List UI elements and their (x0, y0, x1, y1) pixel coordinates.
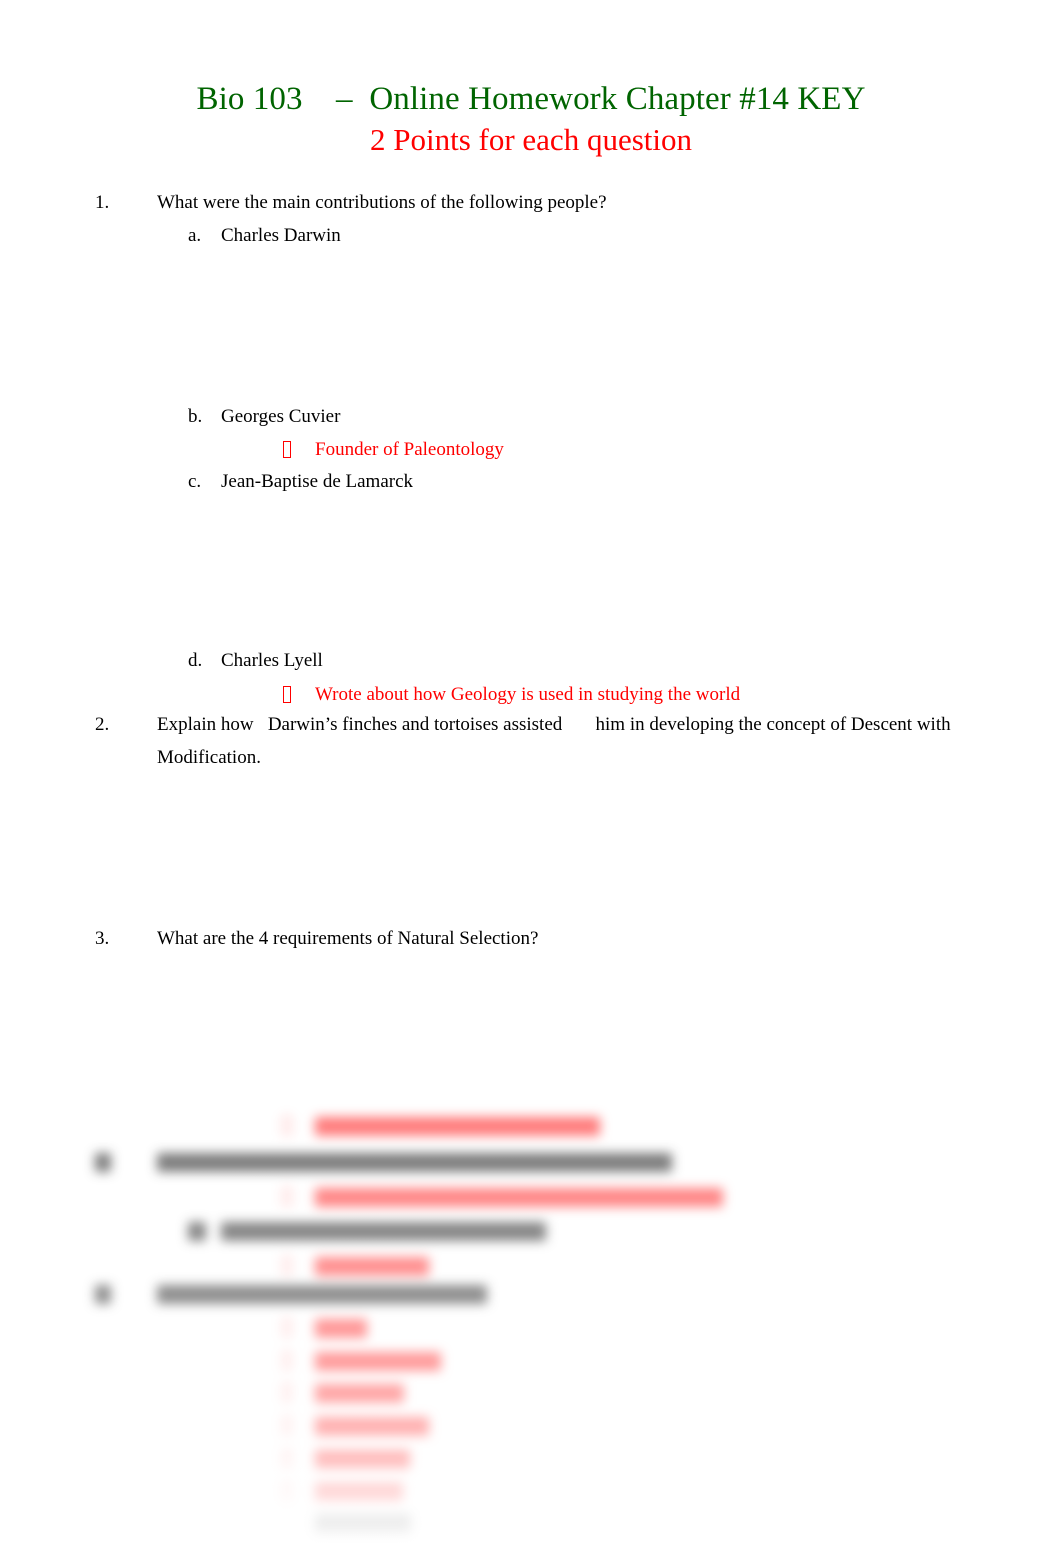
redacted-line (315, 1417, 429, 1436)
redacted-bullet-box-icon (283, 1117, 291, 1134)
redacted-line (315, 1352, 441, 1371)
question-1b-marker: b. (188, 406, 203, 427)
redacted-line (315, 1188, 723, 1207)
bullet-box-icon (283, 437, 291, 463)
redacted-content-region (0, 1085, 1062, 1561)
redacted-line (315, 1257, 429, 1276)
redacted-line (315, 1483, 403, 1502)
bullet-box-icon (283, 682, 291, 708)
redacted-line (315, 1450, 410, 1469)
question-2-number: 2. (95, 714, 110, 735)
redacted-bullet-box-icon (283, 1450, 291, 1467)
redacted-line (315, 1384, 404, 1403)
question-1d-marker: d. (188, 650, 203, 671)
document-title: Bio 103 – Online Homework Chapter #14 KE… (0, 78, 1062, 160)
question-1a-marker: a. (188, 225, 202, 246)
redacted-bullet-box-icon (283, 1417, 291, 1434)
redacted-line (315, 1319, 367, 1338)
redacted-line (95, 1285, 111, 1304)
redacted-bullet-box-icon (283, 1257, 291, 1274)
title-main: Bio 103 – Online Homework Chapter #14 KE… (196, 81, 866, 117)
redacted-bullet-box-icon (283, 1483, 291, 1500)
document-page: Bio 103 – Online Homework Chapter #14 KE… (0, 0, 1062, 1561)
redacted-line (157, 1153, 672, 1172)
redacted-line (221, 1222, 546, 1241)
redacted-line (95, 1153, 111, 1172)
question-1a-text: Charles Darwin (221, 225, 341, 246)
question-2-text-line-2: Modification. (157, 747, 261, 768)
redacted-line (188, 1222, 206, 1241)
question-1b-text: Georges Cuvier (221, 406, 341, 427)
question-1-text: What were the main contributions of the … (157, 192, 607, 213)
title-subtitle: 2 Points for each question (369, 122, 692, 157)
redacted-line (157, 1285, 487, 1304)
question-3-text: What are the 4 requirements of Natural S… (157, 928, 539, 949)
redacted-bullet-box-icon (283, 1188, 291, 1205)
question-1d-text: Charles Lyell (221, 650, 323, 671)
redacted-blur-layer (0, 1085, 1062, 1561)
redacted-line (315, 1117, 600, 1136)
question-1c-marker: c. (188, 471, 202, 492)
redacted-line (315, 1515, 411, 1534)
redacted-bullet-box-icon (283, 1384, 291, 1401)
question-1-number: 1. (95, 192, 110, 213)
question-1b-answer: Founder of Paleontology (315, 439, 504, 460)
redacted-bullet-box-icon (283, 1352, 291, 1369)
redacted-bullet-box-icon (283, 1319, 291, 1336)
question-3-number: 3. (95, 928, 110, 949)
question-1c-text: Jean-Baptise de Lamarck (221, 471, 414, 492)
question-1d-answer: Wrote about how Geology is used in study… (315, 684, 741, 705)
question-2-text-line-1: Explain how Darwin’s finches and tortois… (157, 714, 951, 735)
